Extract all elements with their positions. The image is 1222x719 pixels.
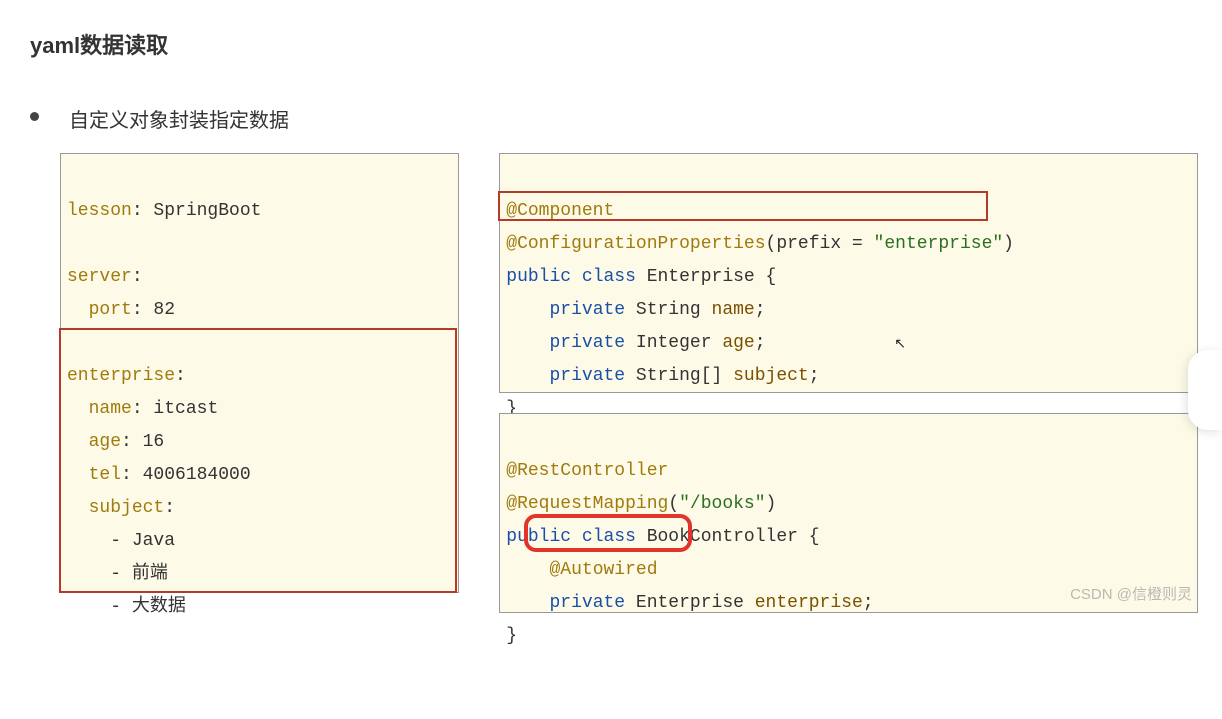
annotation-configprops: @ConfigurationProperties (506, 234, 765, 254)
field: enterprise (755, 593, 863, 613)
yaml-line: - Java (67, 531, 175, 551)
keyword: class (582, 267, 636, 287)
annotation-component: @Component (506, 201, 614, 221)
yaml-colon: : (175, 366, 186, 386)
yaml-key-age: age (89, 432, 121, 452)
yaml-codebox: lesson: SpringBoot server: port: 82 ente… (60, 153, 459, 593)
yaml-val-age: : 16 (121, 432, 164, 452)
semi: ; (755, 333, 766, 353)
code-line: @RestController (506, 461, 668, 481)
code-line: private String name; (506, 300, 765, 320)
string-literal: "enterprise" (874, 234, 1004, 254)
yaml-key-port: port (89, 300, 132, 320)
yaml-line: tel: 4006184000 (67, 465, 251, 485)
left-column: lesson: SpringBoot server: port: 82 ente… (60, 153, 459, 613)
yaml-key-tel: tel (89, 465, 121, 485)
brace: } (506, 626, 517, 646)
code-line: } (506, 626, 517, 646)
type: String[] (636, 366, 733, 386)
yaml-subject-item: - Java (110, 531, 175, 551)
code-line: private Integer age; (506, 333, 765, 353)
yaml-line: - 前端 (67, 564, 168, 584)
cursor-icon: ↖ (894, 329, 906, 362)
keyword: class (582, 527, 636, 547)
yaml-colon: : (164, 498, 175, 518)
field: age (722, 333, 754, 353)
bullet-text: 自定义对象封装指定数据 (69, 104, 289, 133)
yaml-key-subject: subject (89, 498, 165, 518)
string-literal: "/books" (679, 494, 765, 514)
yaml-line: name: itcast (67, 399, 218, 419)
paren: ( (668, 494, 679, 514)
annotation-requestmapping: @RequestMapping (506, 494, 668, 514)
paren: ) (1003, 234, 1014, 254)
watermark: CSDN @信橙则灵 (1070, 583, 1192, 604)
yaml-val-lesson: : SpringBoot (132, 201, 262, 221)
semi: ; (863, 593, 874, 613)
code-line: @Autowired (506, 560, 657, 580)
class-name: Enterprise { (636, 267, 776, 287)
field: subject (733, 366, 809, 386)
code-line: @Component (506, 201, 614, 221)
yaml-line: enterprise: (67, 366, 186, 386)
yaml-key-lesson: lesson (67, 201, 132, 221)
yaml-val-tel: : 4006184000 (121, 465, 251, 485)
yaml-line: port: 82 (67, 300, 175, 320)
field: name (712, 300, 755, 320)
yaml-line: - 大数据 (67, 597, 186, 617)
keyword: public (506, 527, 582, 547)
yaml-key-name: name (89, 399, 132, 419)
code-line: public class BookController { (506, 527, 819, 547)
keyword: private (549, 300, 635, 320)
yaml-key-server: server (67, 267, 132, 287)
bullet-row: 自定义对象封装指定数据 (0, 60, 1222, 133)
yaml-val-port: : 82 (132, 300, 175, 320)
paren: (prefix = (766, 234, 874, 254)
side-widget[interactable] (1188, 350, 1222, 430)
yaml-subject-item: - 前端 (110, 564, 168, 584)
yaml-colon: : (132, 267, 143, 287)
yaml-subject-item: - 大数据 (110, 597, 186, 617)
page-title: yaml数据读取 (0, 0, 1222, 60)
code-line: @RequestMapping("/books") (506, 494, 776, 514)
keyword: public (506, 267, 582, 287)
yaml-key-enterprise: enterprise (67, 366, 175, 386)
yaml-val-name: : itcast (132, 399, 218, 419)
keyword: private (549, 333, 635, 353)
type: Enterprise (636, 593, 755, 613)
java-enterprise-codebox: @Component @ConfigurationProperties(pref… (499, 153, 1198, 393)
code-line: public class Enterprise { (506, 267, 776, 287)
annotation-autowired: @Autowired (549, 560, 657, 580)
keyword: private (549, 593, 635, 613)
code-panels: lesson: SpringBoot server: port: 82 ente… (0, 133, 1222, 613)
semi: ; (809, 366, 820, 386)
yaml-line: lesson: SpringBoot (67, 201, 261, 221)
right-column: @Component @ConfigurationProperties(pref… (499, 153, 1198, 613)
paren: ) (766, 494, 777, 514)
code-line: private Enterprise enterprise; (506, 593, 873, 613)
type: String (636, 300, 712, 320)
keyword: private (549, 366, 635, 386)
yaml-line: subject: (67, 498, 175, 518)
bullet-dot-icon (30, 112, 39, 121)
annotation-restcontroller: @RestController (506, 461, 668, 481)
semi: ; (755, 300, 766, 320)
yaml-line: server: (67, 267, 143, 287)
code-line: @ConfigurationProperties(prefix = "enter… (506, 234, 1014, 254)
type: Integer (636, 333, 722, 353)
code-line: private String[] subject; (506, 366, 819, 386)
class-name: BookController { (636, 527, 820, 547)
yaml-line: age: 16 (67, 432, 164, 452)
